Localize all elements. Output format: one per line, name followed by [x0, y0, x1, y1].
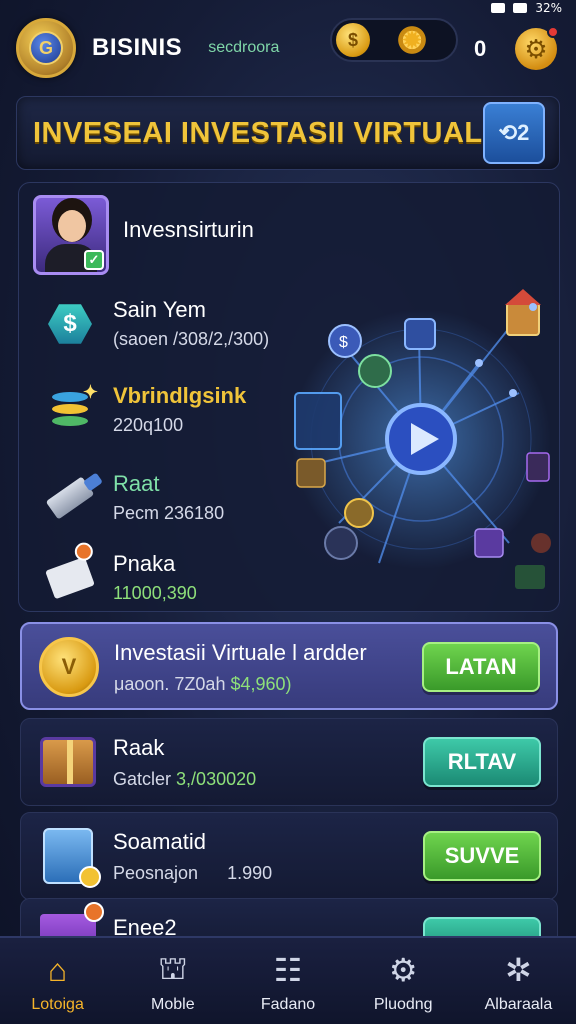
- nav-item-plug[interactable]: ⚙ Pluodng: [346, 938, 461, 1024]
- home-icon: ⌂: [47, 951, 68, 988]
- nav-label: Moble: [151, 996, 195, 1013]
- avatar-face: [58, 210, 86, 242]
- dollar-coin-icon: $: [336, 23, 370, 57]
- title-banner: INVESEAI INVESTASII VIRTUAL ⟲ 2: [16, 96, 560, 170]
- investment-detail: Peosnajon 1.990: [113, 863, 272, 884]
- investment-detail-value: 3,/030020: [176, 769, 257, 789]
- tool-icon: [45, 473, 95, 523]
- investment-detail: Gatcler 3,/030020: [113, 769, 256, 790]
- nav-item-home[interactable]: ⌂ Lotoiga: [0, 938, 115, 1024]
- nav-label: Pluodng: [373, 996, 433, 1013]
- gear-icon: ⚙: [524, 33, 548, 64]
- verified-check-icon: ✓: [84, 250, 104, 270]
- nav-label: Fadano: [260, 996, 316, 1013]
- coin-stack-icon: ✦: [45, 382, 98, 435]
- invest-button[interactable]: LATAN: [422, 642, 540, 692]
- stat-row[interactable]: $ Sain Yem (sаoen /308/2,/300): [41, 293, 301, 363]
- invest-button[interactable]: RLTAV: [423, 737, 541, 787]
- investment-detail-prefix: μaoon. 7Z0ah: [114, 674, 226, 694]
- stat-label: Sain Yem: [113, 297, 206, 322]
- brand-name: BISINIS: [92, 34, 183, 61]
- stat-value: 220q100: [113, 415, 184, 435]
- investment-detail-value: 1.990: [227, 863, 273, 883]
- currency-pill[interactable]: $ ✹: [330, 18, 458, 62]
- stat-label: Pnaka: [113, 551, 176, 576]
- server-icon: [37, 825, 101, 888]
- page-title: INVESEAI INVESTASII VIRTUAL: [33, 117, 483, 149]
- nav-item-mobile[interactable]: ⛫ Moble: [115, 938, 230, 1024]
- investment-name: Raak: [113, 735, 165, 760]
- chat-icon: ⟲: [498, 120, 518, 145]
- brand-subtitle: secdroora: [208, 39, 280, 56]
- invest-button[interactable]: SUVVE: [423, 831, 541, 881]
- investment-card[interactable]: V Investasii Virtuale l ardder μaoon. 7Z…: [20, 622, 558, 710]
- chat-count: 2: [517, 120, 530, 145]
- investment-detail-value: $4,960): [230, 674, 292, 694]
- nav-item-settings[interactable]: ✲ Albaraala: [461, 938, 576, 1024]
- investment-detail-prefix: Gatcler: [113, 769, 172, 789]
- stat-row[interactable]: ✦ Vbrindlgsink 220q100: [41, 379, 301, 449]
- coin-count: 0: [474, 36, 487, 61]
- settings-button[interactable]: ⚙: [515, 26, 559, 70]
- investment-detail: μaoon. 7Z0ah $4,960): [114, 674, 292, 695]
- school-icon: ⛫: [158, 949, 188, 986]
- investment-name: Investasii Virtuale l ardder: [114, 640, 367, 665]
- settings-icon: ✲: [505, 952, 532, 988]
- investment-card[interactable]: Soamatid Peosnajon 1.990 SUVVE: [20, 812, 558, 900]
- gear-plug-icon: ⚙: [388, 952, 418, 988]
- nav-item-ledger[interactable]: ☷ Fadano: [230, 938, 345, 1024]
- investment-name: Soamatid: [113, 829, 206, 854]
- svg-text:$: $: [339, 334, 348, 351]
- ledger-icon: ☷: [273, 952, 303, 988]
- bottom-nav: ⌂ Lotoiga ⛫ Moble ☷ Fadano ⚙ Pluodng ✲ A…: [0, 936, 576, 1024]
- dollar-hex-icon: $: [45, 299, 95, 349]
- stat-label: Raat: [113, 471, 160, 496]
- stat-label: Vbrindlgsink: [113, 383, 247, 408]
- investment-card[interactable]: Raak Gatcler 3,/030020 RLTAV: [20, 718, 558, 806]
- stat-value: Pecm 236180: [113, 503, 225, 523]
- app-header: G BISINIS secdroora: [0, 8, 576, 88]
- stat-row[interactable]: Pnaka 11000,390: [41, 542, 301, 611]
- stat-value: 11000,390: [113, 583, 197, 603]
- app-logo[interactable]: G: [16, 18, 76, 78]
- notification-dot: [547, 26, 559, 38]
- stat-value: (sаoen /308/2,/300): [113, 329, 270, 349]
- nav-label: Lotoiga: [31, 996, 84, 1013]
- nav-label: Albaraala: [484, 996, 553, 1013]
- chat-button[interactable]: ⟲ 2: [483, 102, 545, 164]
- portfolio-panel: ✓ Invesnsirturin $ Sain Yem (sаoen /308/…: [18, 182, 560, 612]
- gold-coin-icon: V: [38, 636, 100, 698]
- logo-emblem-icon: G: [29, 31, 63, 65]
- crate-icon: [37, 731, 99, 793]
- network-illustration: $: [279, 243, 559, 611]
- investment-detail-prefix: Peosnajon: [113, 863, 199, 883]
- profile-name: Invesnsirturin: [123, 217, 254, 242]
- avatar[interactable]: ✓: [33, 195, 109, 275]
- network-graphic: $: [291, 289, 551, 589]
- stat-row[interactable]: Raat Pecm 236180: [41, 467, 301, 537]
- document-icon: [45, 542, 95, 603]
- gold-gear-icon: ✹: [396, 24, 428, 56]
